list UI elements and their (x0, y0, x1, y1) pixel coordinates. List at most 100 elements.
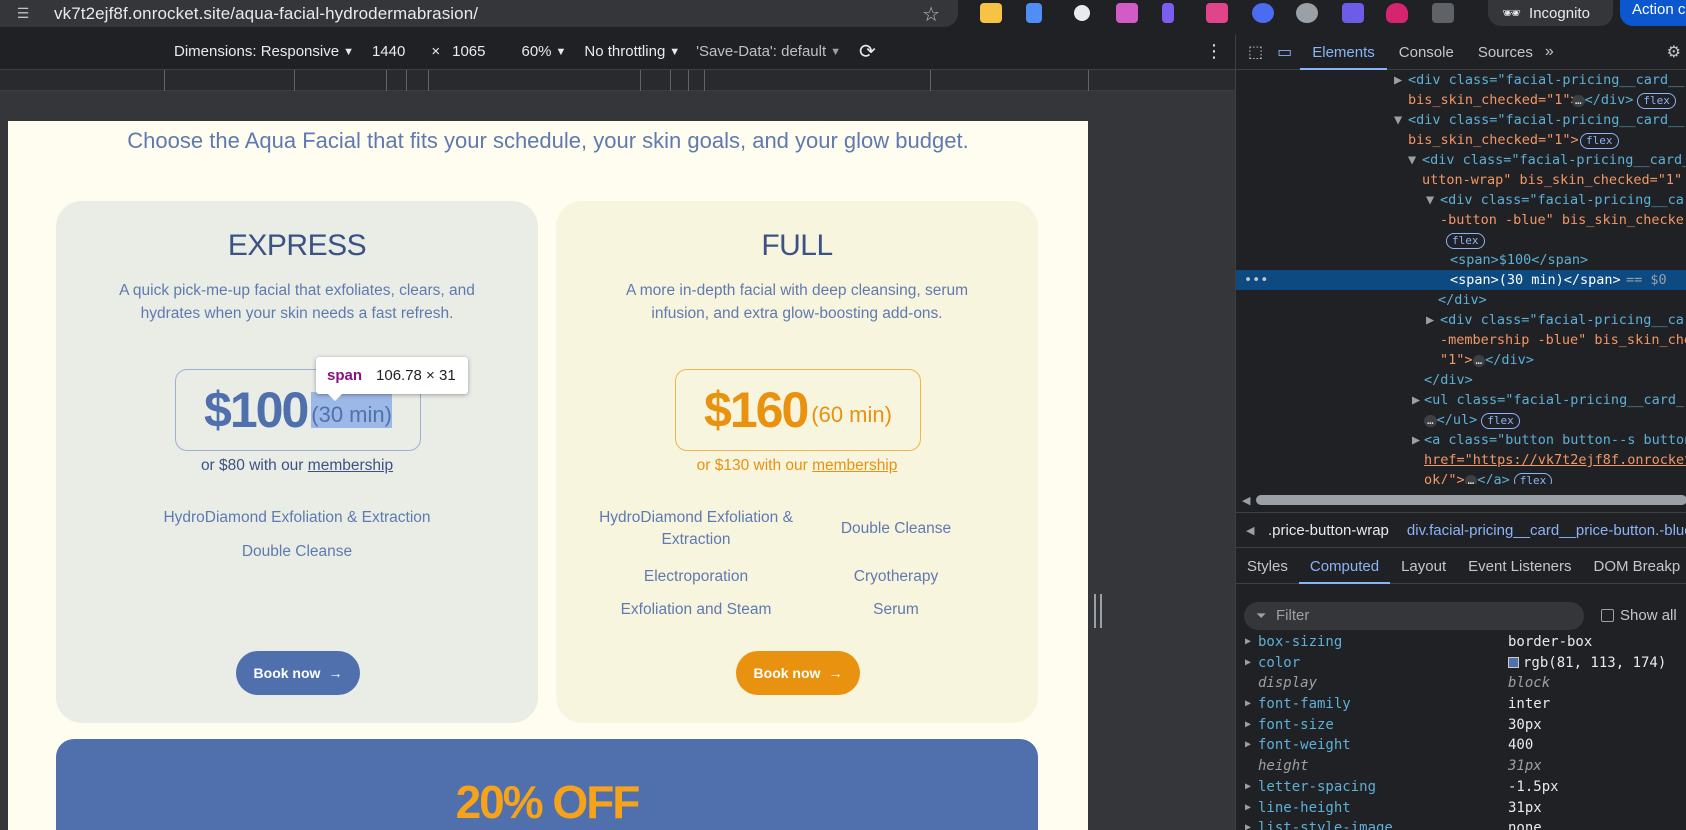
url-text[interactable]: vk7t2ejf8f.onrocket.site/aqua-facial-hyd… (54, 4, 478, 24)
zoom-select[interactable]: 60% (521, 43, 551, 60)
extension-icon-search[interactable] (1342, 3, 1364, 23)
extension-icon-record[interactable] (1074, 5, 1090, 21)
dom-node[interactable]: href="https://vk7t2ejf8f.onrocket (1236, 450, 1686, 470)
extension-icon-gradient[interactable] (1116, 3, 1138, 23)
color-swatch[interactable] (1508, 656, 1519, 668)
extension-icon-picker[interactable] (1162, 3, 1174, 23)
dom-node[interactable]: ▶ <a class="button button--s button (1236, 430, 1686, 450)
dom-node[interactable]: ▼ <div class="facial-pricing__card__ (1236, 110, 1686, 130)
computed-row[interactable]: ▶ font-family inter (1236, 694, 1686, 715)
computed-properties: ▶ box-sizing border-box ▶ color rgb(81, 113,… (1236, 632, 1686, 830)
computed-filter-input[interactable]: ⏷ Filter (1244, 602, 1584, 630)
media-query-ruler[interactable] (0, 70, 1235, 91)
dom-node[interactable]: ▶ <div class="facial-pricing__card__ (1236, 70, 1686, 90)
expand-icon[interactable]: ▶ (1245, 694, 1251, 715)
save-data-dropdown-icon[interactable]: ▼ (830, 46, 841, 58)
tab-event-listeners[interactable]: Event Listeners (1457, 548, 1582, 584)
inspect-element-icon[interactable]: ⬚ (1248, 42, 1263, 62)
tab-sources[interactable]: Sources (1466, 34, 1545, 70)
dom-node[interactable]: -membership -blue" bis_skin_che (1236, 330, 1686, 350)
site-settings-icon[interactable]: ☰ (10, 1, 36, 27)
dom-node[interactable]: bis_skin_checked="1">… </div> flex (1236, 90, 1686, 110)
device-toggle-icon[interactable]: ▭ (1277, 42, 1292, 62)
expand-icon[interactable]: ▶ (1245, 735, 1251, 756)
height-input[interactable]: 1065 (452, 43, 485, 60)
full-price-button[interactable]: $160 (60 min) (675, 369, 921, 451)
computed-row[interactable]: ▶ font-size 30px (1236, 715, 1686, 736)
incognito-badge[interactable]: 🕶 Incognito (1488, 0, 1613, 26)
dom-node[interactable]: utton-wrap" bis_skin_checked="1" (1236, 170, 1686, 190)
dom-horizontal-scrollbar[interactable] (1256, 495, 1686, 505)
more-options-icon[interactable]: ⋮ (1205, 41, 1223, 62)
extension-icon-notes[interactable] (980, 3, 1002, 23)
computed-row[interactable]: ▶ letter-spacing -1.5px (1236, 777, 1686, 798)
dom-node[interactable]: ▶ <div class="facial-pricing__car (1236, 310, 1686, 330)
dimensions-select[interactable]: Dimensions: Responsive (174, 43, 339, 60)
express-membership-note: or $80 with our membership (56, 457, 538, 475)
tab-styles[interactable]: Styles (1236, 548, 1299, 584)
express-book-now-button[interactable]: Book now → (236, 651, 360, 695)
extension-icon-shield[interactable] (1386, 3, 1408, 23)
dimensions-dropdown-icon[interactable]: ▼ (343, 46, 354, 58)
action-button[interactable]: Action c (1620, 0, 1686, 26)
rotate-icon[interactable]: ⟳ (859, 39, 876, 64)
device-viewport: Choose the Aqua Facial that fits your sc… (0, 91, 1235, 830)
expand-icon[interactable]: ▶ (1245, 818, 1251, 830)
dom-node[interactable]: "1">… </div> (1236, 350, 1686, 370)
dom-node[interactable]: </div> (1236, 290, 1686, 310)
width-input[interactable]: 1440 (372, 43, 405, 60)
checkbox-box[interactable] (1601, 609, 1614, 622)
dom-node[interactable]: -button -blue" bis_skin_checke (1236, 210, 1686, 230)
express-price: $100 (204, 382, 309, 438)
tab-dom-breakpoints[interactable]: DOM Breakp (1583, 548, 1686, 584)
dom-node[interactable]: … </ul> flex (1236, 410, 1686, 430)
dom-node[interactable]: flex (1236, 230, 1686, 250)
computed-row[interactable]: height 31px (1236, 756, 1686, 777)
full-membership-link[interactable]: membership (812, 457, 897, 474)
dom-node[interactable]: <span>$100</span> (1236, 250, 1686, 270)
more-tabs-icon[interactable]: » (1545, 43, 1554, 61)
address-bar[interactable]: ☰ vk7t2ejf8f.onrocket.site/aqua-facial-h… (0, 0, 958, 27)
expand-icon[interactable]: ▶ (1245, 777, 1251, 798)
extension-icon-globe[interactable] (1252, 3, 1274, 23)
dom-node[interactable]: </div> (1236, 370, 1686, 390)
save-data-select[interactable]: 'Save-Data': default (696, 43, 826, 60)
throttling-select[interactable]: No throttling (584, 43, 665, 60)
computed-row[interactable]: ▶ color rgb(81, 113, 174) (1236, 653, 1686, 674)
dom-node[interactable]: ▼ <div class="facial-pricing__car (1236, 190, 1686, 210)
scroll-left-icon[interactable]: ◀ (1242, 494, 1250, 507)
expand-icon[interactable]: ▶ (1245, 632, 1251, 653)
computed-row[interactable]: ▶ box-sizing border-box (1236, 632, 1686, 653)
computed-row[interactable]: display block (1236, 673, 1686, 694)
tab-layout[interactable]: Layout (1390, 548, 1457, 584)
full-book-now-button[interactable]: Book now → (736, 651, 860, 695)
extension-icon-compass[interactable] (1296, 3, 1318, 23)
dom-node-selected[interactable]: ••• <span>(30 min)</span> == $0 (1236, 270, 1686, 290)
bookmark-star-icon[interactable]: ☆ (922, 2, 940, 27)
show-all-checkbox[interactable]: Show all (1601, 602, 1677, 630)
extensions-puzzle-icon[interactable] (1432, 3, 1454, 23)
breadcrumb-scroll-left-icon[interactable]: ◀ (1246, 524, 1254, 537)
zoom-dropdown-icon[interactable]: ▼ (556, 46, 567, 58)
dom-node[interactable]: ok/">… </a> flex (1236, 470, 1686, 484)
extension-icon-doc[interactable] (1026, 3, 1042, 23)
throttling-dropdown-icon[interactable]: ▼ (669, 46, 680, 58)
dom-node[interactable]: ▶ <ul class="facial-pricing__card_ (1236, 390, 1686, 410)
viewport-resize-handle[interactable] (1094, 594, 1102, 628)
dom-node[interactable]: ▼ <div class="facial-pricing__card_ (1236, 150, 1686, 170)
expand-icon[interactable]: ▶ (1245, 653, 1251, 674)
tab-computed[interactable]: Computed (1298, 548, 1391, 584)
settings-gear-icon[interactable]: ⚙ (1667, 42, 1681, 62)
tab-console[interactable]: Console (1387, 34, 1466, 70)
computed-row[interactable]: ▶ font-weight 400 (1236, 735, 1686, 756)
extension-icon-video[interactable] (1206, 3, 1228, 23)
expand-icon[interactable]: ▶ (1245, 715, 1251, 736)
computed-row[interactable]: ▶ line-height 31px (1236, 798, 1686, 819)
express-membership-link[interactable]: membership (308, 457, 393, 474)
tab-elements[interactable]: Elements (1300, 34, 1387, 70)
computed-row[interactable]: ▶ list-style-image none (1236, 818, 1686, 830)
dom-node[interactable]: bis_skin_checked="1"> flex (1236, 130, 1686, 150)
breadcrumb-item[interactable]: .price-button-wrap (1268, 522, 1389, 539)
expand-icon[interactable]: ▶ (1245, 798, 1251, 819)
breadcrumb-item-current[interactable]: div.facial-pricing__card__price-button.-… (1407, 522, 1686, 539)
